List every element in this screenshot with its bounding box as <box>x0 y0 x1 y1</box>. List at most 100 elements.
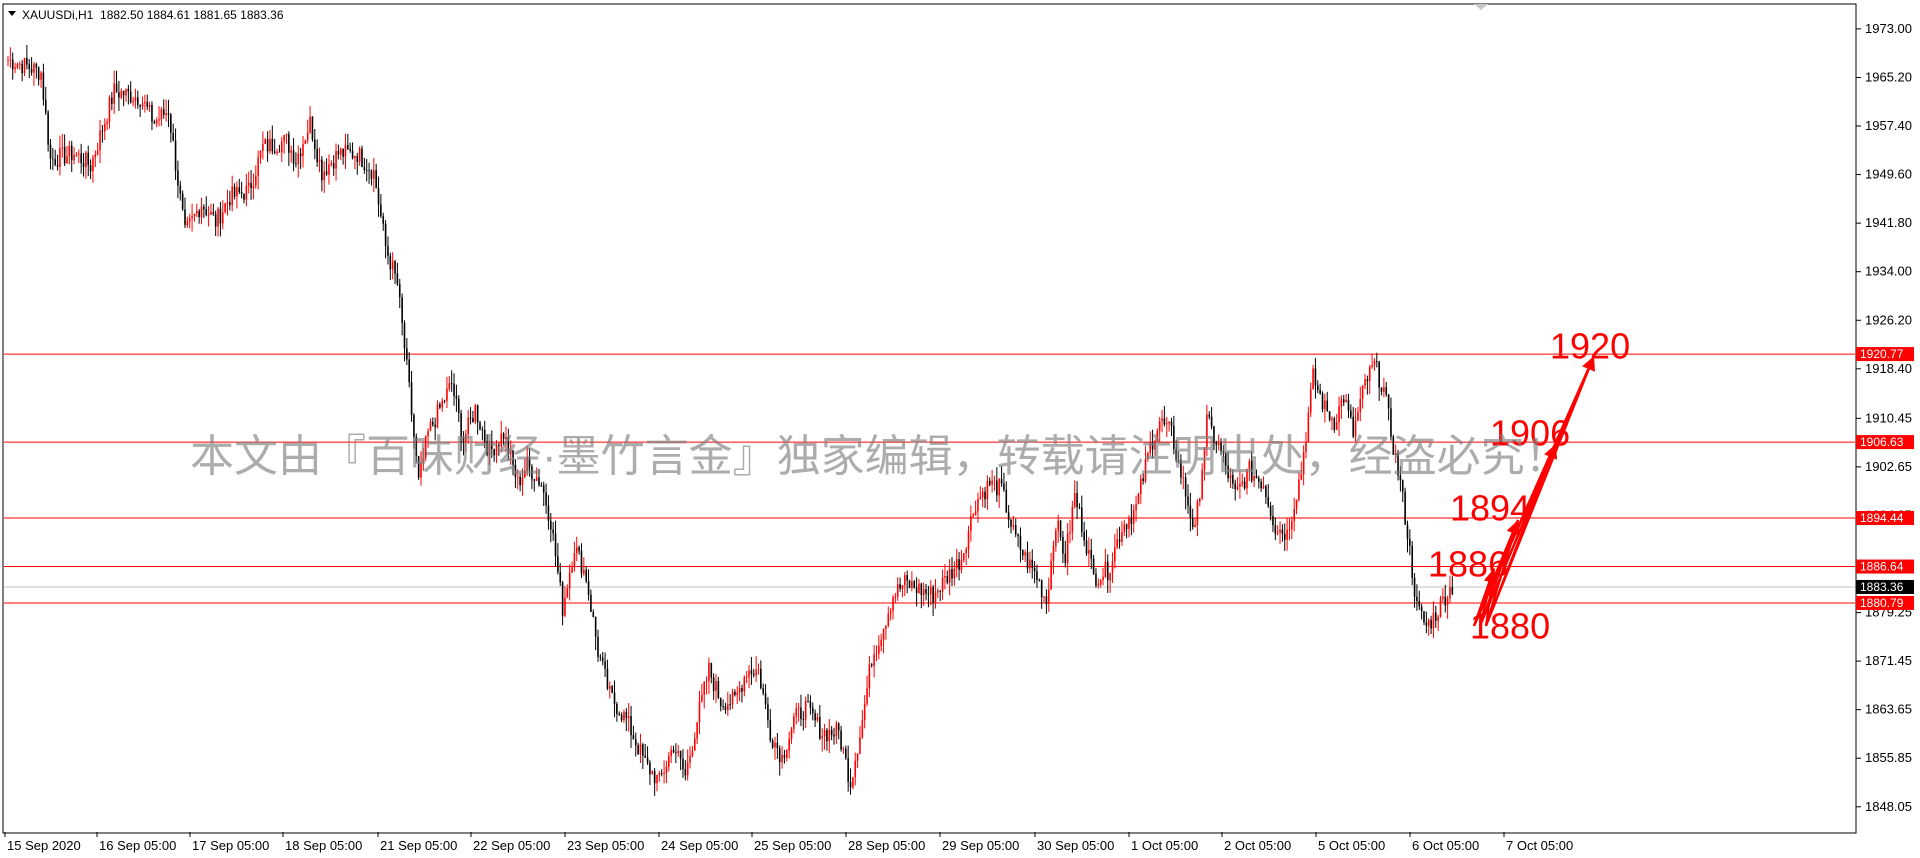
candle-body <box>59 148 61 167</box>
candle-body <box>837 723 840 731</box>
candle <box>745 670 748 684</box>
candle-body <box>1413 577 1416 597</box>
candle <box>868 656 871 698</box>
candle <box>1057 514 1059 543</box>
candle <box>963 553 965 563</box>
candle-body <box>977 498 979 512</box>
candle <box>906 570 908 594</box>
candle-body <box>894 596 897 598</box>
candle-body <box>314 139 316 149</box>
candle-body <box>295 163 297 165</box>
candle-body <box>344 144 347 157</box>
y-tick-label: 1871.45 <box>1865 653 1912 668</box>
candle-body <box>932 587 934 604</box>
candle-body <box>1123 524 1126 532</box>
candle-body <box>561 582 564 616</box>
candle <box>1364 373 1366 390</box>
candle-body <box>960 560 963 570</box>
time-axis[interactable]: 15 Sep 2020 16 Sep 05:00 17 Sep 05:00 18 Se… <box>4 832 1573 853</box>
candle <box>953 561 956 586</box>
candle <box>894 592 897 604</box>
candle-body <box>1359 398 1362 413</box>
candle-body <box>1109 572 1111 581</box>
candle <box>1092 554 1095 575</box>
candle <box>314 128 316 160</box>
candle <box>1274 517 1277 541</box>
candle-body <box>1085 540 1088 554</box>
candle-body <box>991 480 993 485</box>
candle-body <box>845 748 847 759</box>
candle <box>1191 508 1194 530</box>
candle-body <box>1449 587 1451 599</box>
candle-body <box>885 625 887 629</box>
candle-body <box>457 398 460 413</box>
y-tick-label: 1973.00 <box>1865 21 1912 36</box>
candle-body <box>453 383 455 397</box>
candle <box>1024 549 1026 562</box>
candle <box>1331 416 1333 431</box>
candle-body <box>587 581 590 595</box>
candle <box>604 652 606 677</box>
candle <box>1066 523 1069 576</box>
candle-body <box>354 156 356 159</box>
candle-body <box>1191 518 1194 527</box>
plot-frame <box>2 3 1857 834</box>
candle <box>1342 394 1345 407</box>
candle <box>1319 383 1321 395</box>
candle <box>1125 523 1128 539</box>
candle <box>439 402 441 410</box>
candle-body <box>37 67 40 80</box>
candle-body <box>861 720 864 738</box>
candle <box>406 338 408 366</box>
candle-body <box>155 120 158 124</box>
candle-body <box>887 613 890 626</box>
candle <box>347 133 349 151</box>
x-tick-label: 1 Oct 05:00 <box>1131 838 1198 853</box>
candle-body <box>731 691 734 705</box>
candle-body <box>1444 596 1447 606</box>
candle-body <box>80 153 82 164</box>
candle-body <box>1118 539 1121 542</box>
candle <box>75 152 78 157</box>
candle-body <box>774 742 776 748</box>
candle <box>56 154 59 171</box>
candle <box>1069 520 1071 544</box>
candle-body <box>347 144 349 150</box>
candle <box>793 713 795 734</box>
candle-body <box>70 145 73 161</box>
candle <box>252 173 255 200</box>
price-axis[interactable]: 1973.00 1965.20 1957.40 1949.60 1941.80 1934.… <box>1856 21 1912 814</box>
scroll-marker-icon[interactable] <box>1474 4 1488 10</box>
candle-body <box>127 88 130 92</box>
candle-body <box>564 597 566 616</box>
candle-body <box>542 485 545 493</box>
candle <box>821 728 823 752</box>
candle-body <box>47 112 49 145</box>
candle <box>878 635 880 660</box>
candle-body <box>1409 538 1411 546</box>
candle-body <box>252 185 255 189</box>
candle-body <box>847 758 849 782</box>
candle-body <box>809 701 812 708</box>
candle-body <box>606 668 609 689</box>
candle <box>564 586 566 618</box>
candle-body <box>1076 493 1078 508</box>
candle <box>266 131 269 162</box>
candle <box>1017 533 1019 548</box>
candle-body <box>125 88 127 96</box>
candle <box>1010 519 1012 534</box>
y-tick-label: 1926.20 <box>1865 312 1912 327</box>
candle <box>748 665 750 689</box>
candle <box>344 133 347 170</box>
candle-body <box>1342 399 1345 403</box>
triangle-down-icon[interactable] <box>8 11 16 16</box>
candle-body <box>172 132 174 141</box>
candle <box>1333 416 1336 433</box>
candle <box>1265 484 1267 504</box>
candle-body <box>1276 532 1279 534</box>
candle-body <box>906 575 908 581</box>
candle-body <box>472 417 474 422</box>
candle-body <box>113 83 115 104</box>
candle <box>866 675 868 707</box>
price-chart-svg[interactable]: 19201906189418861880 本文由『百味财经·墨竹言金』独家编辑，… <box>0 0 1920 858</box>
